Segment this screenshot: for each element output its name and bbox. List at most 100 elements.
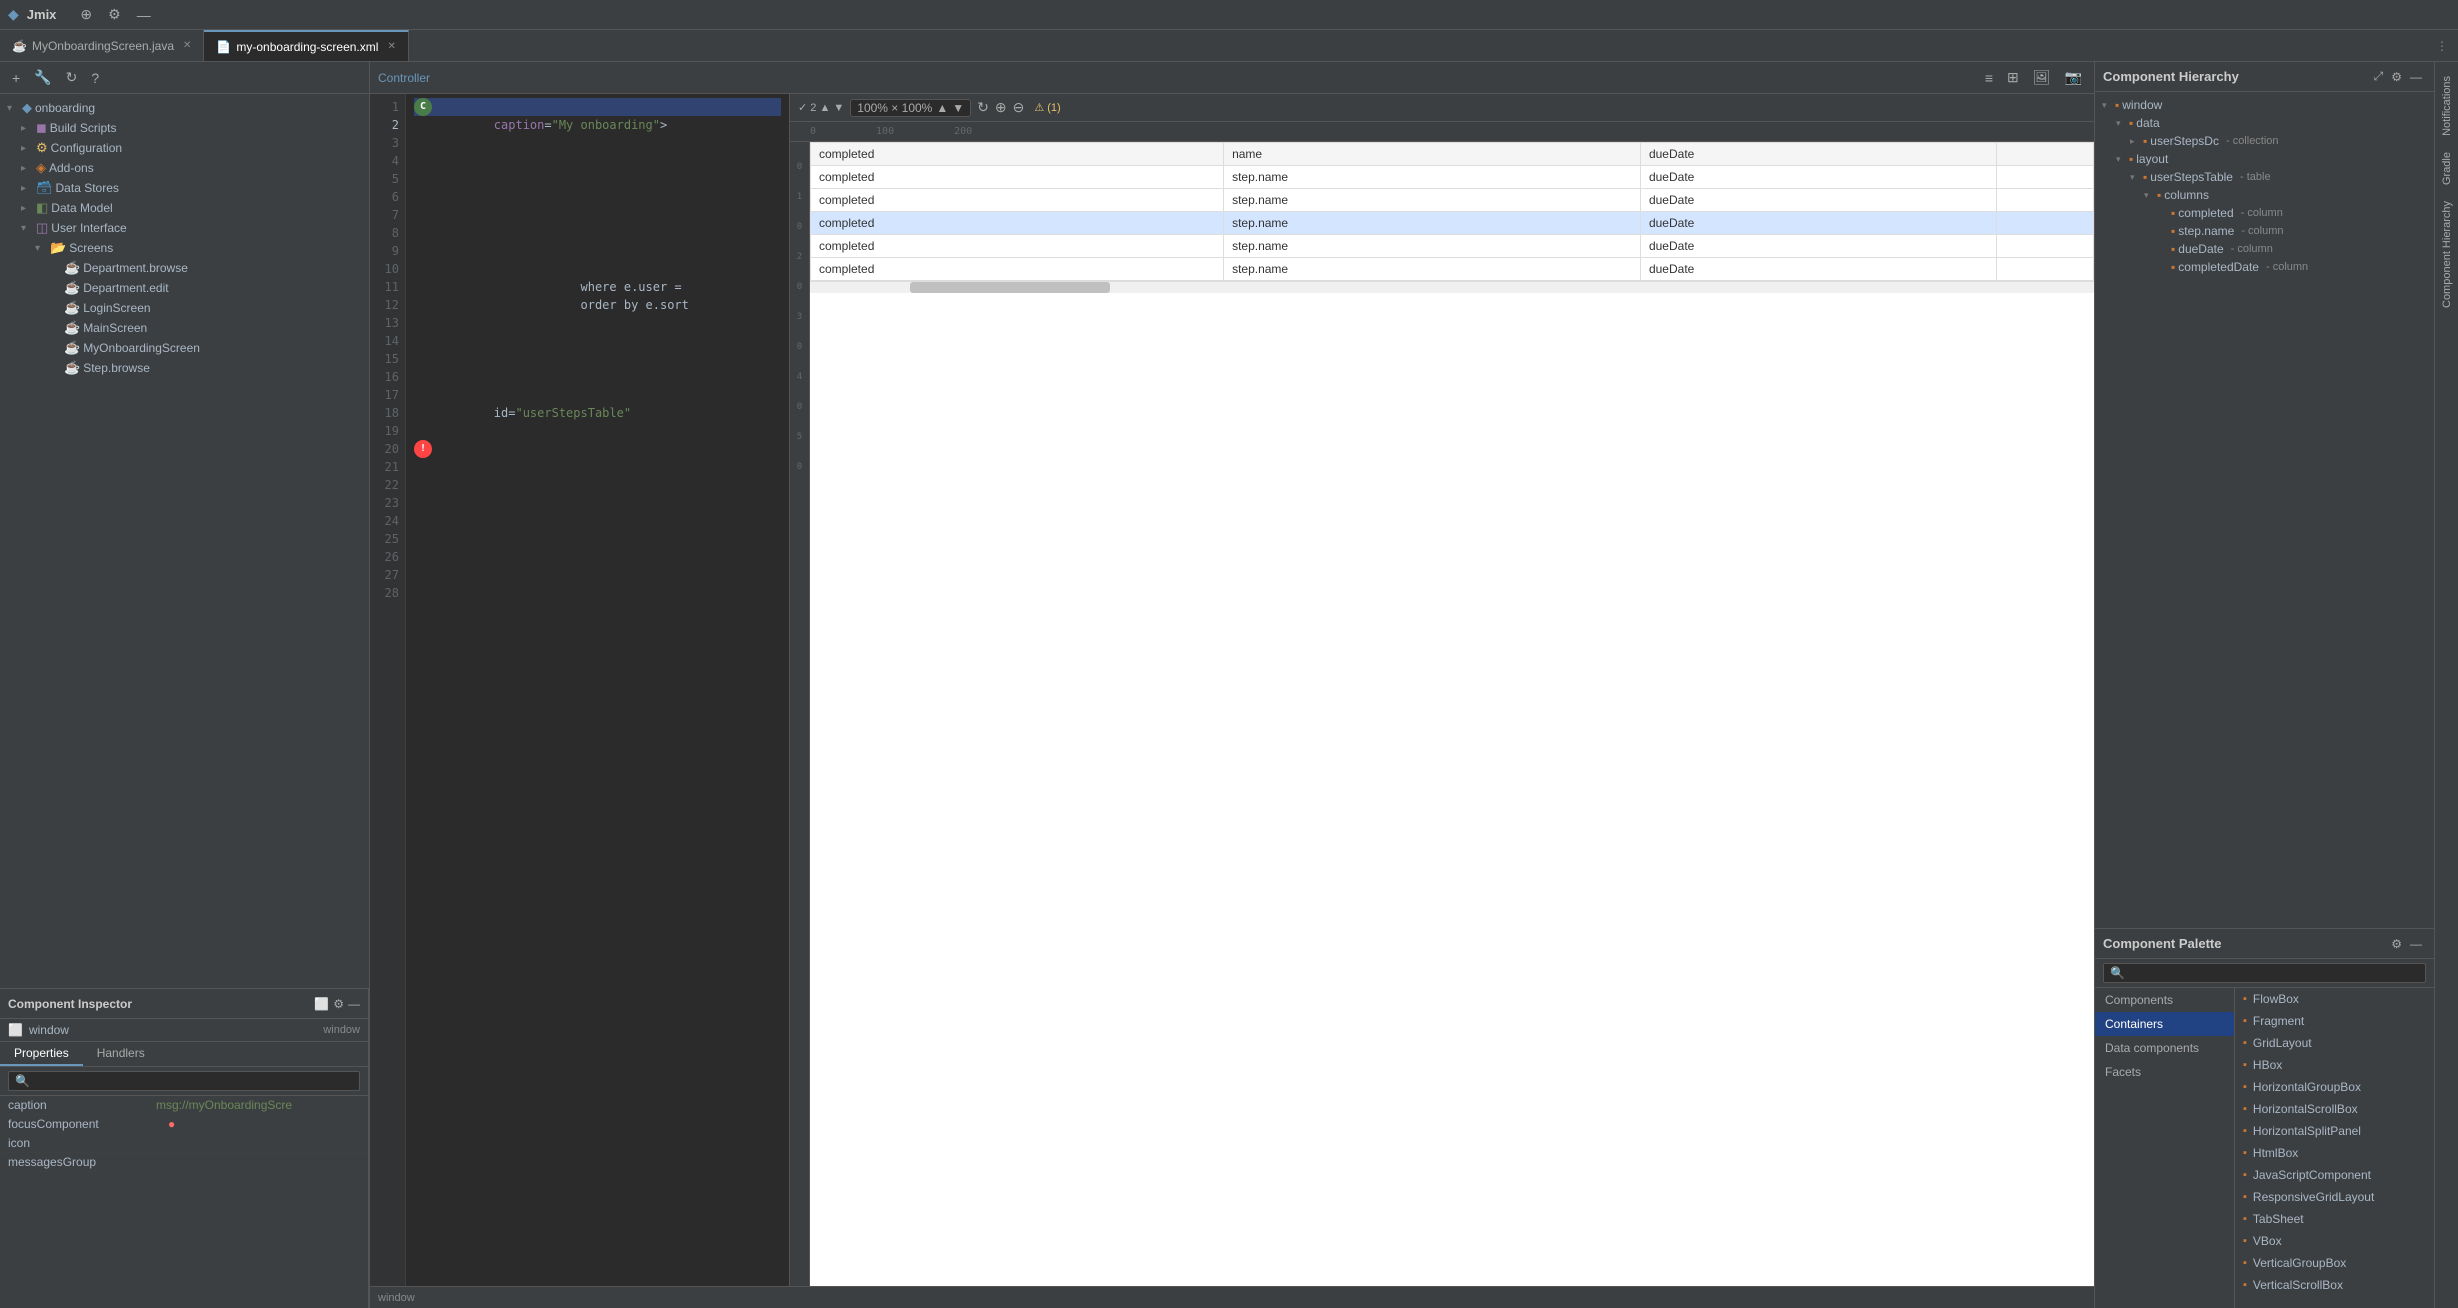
tree-item-onboarding[interactable]: ▾◆onboarding (0, 98, 369, 118)
editor-toolbar: Controller ≡ ⊞ 🖼 📷 (370, 62, 2094, 94)
hierarchy-title: Component Hierarchy (2103, 69, 2370, 84)
tree-item-datamodel[interactable]: ▸◧Data Model (0, 198, 369, 218)
inspector-search-input[interactable] (8, 1071, 360, 1091)
hierarchy-item-completedDate[interactable]: ▪completedDate- column (2095, 258, 2434, 276)
inspector-settings-btn[interactable]: ⚙ (333, 997, 344, 1011)
code-line-14 (414, 314, 781, 332)
tree-item-buildscripts[interactable]: ▸◼Build Scripts (0, 118, 369, 138)
hierarchy-item-columns[interactable]: ▾▪columns (2095, 186, 2434, 204)
zoom-up-btn[interactable]: ▲ (936, 101, 948, 115)
palette-item-verticalgroupbox[interactable]: ▪VerticalGroupBox (2235, 1252, 2434, 1274)
hierarchy-item-layout[interactable]: ▾▪layout (2095, 150, 2434, 168)
palette-cat-components[interactable]: Components (2095, 988, 2234, 1012)
side-tab-notifications[interactable]: Notifications (2439, 70, 2455, 142)
palette-item-horizontalscrollbox[interactable]: ▪HorizontalScrollBox (2235, 1098, 2434, 1120)
side-tab-gradle[interactable]: Gradle (2439, 146, 2455, 191)
inspector-title: Component Inspector (8, 997, 132, 1011)
palette-close-btn[interactable]: — (2406, 935, 2426, 953)
hierarchy-close-btn[interactable]: — (2406, 68, 2426, 86)
tab-xml[interactable]: 📄 my-onboarding-screen.xml ✕ (204, 30, 408, 61)
palette-item-htmlbox[interactable]: ▪HtmlBox (2235, 1142, 2434, 1164)
palette-item-tabsheet[interactable]: ▪TabSheet (2235, 1208, 2434, 1230)
tree-item-departmentedit[interactable]: ☕Department.edit (0, 278, 369, 298)
toolbar-image-btn[interactable]: 🖼 (2029, 67, 2055, 88)
tree-item-screens[interactable]: ▾📂Screens (0, 238, 369, 258)
tree-item-userinterface[interactable]: ▾◫User Interface (0, 218, 369, 238)
tab-xml-close[interactable]: ✕ (387, 41, 395, 52)
title-bar-minimize-btn[interactable]: — (133, 6, 155, 23)
title-bar-settings-btn[interactable]: ⚙ (104, 6, 125, 23)
tree-item-mainscreen[interactable]: ☕MainScreen (0, 318, 369, 338)
sidebar-refresh-btn[interactable]: ↻ (62, 67, 82, 88)
hierarchy-tree[interactable]: ▾▪window▾▪data▸▪userStepsDc- collection▾… (2095, 92, 2434, 928)
palette-item-hbox[interactable]: ▪HBox (2235, 1054, 2434, 1076)
palette-item-horizontalgroupbox[interactable]: ▪HorizontalGroupBox (2235, 1076, 2434, 1098)
preview-zoom-in-btn[interactable]: ⊕ (995, 99, 1007, 116)
scrollbar-thumb[interactable] (910, 282, 1110, 293)
palette-cat-containers[interactable]: Containers (2095, 1012, 2234, 1036)
tree-item-departmentbrowse[interactable]: ☕Department.browse (0, 258, 369, 278)
palette-cat-data-components[interactable]: Data components (2095, 1036, 2234, 1060)
toolbar-list-btn[interactable]: ≡ (1981, 68, 1997, 88)
preview-zoom-out-btn[interactable]: ⊖ (1013, 99, 1025, 116)
palette-item-responsivegridlayout[interactable]: ▪ResponsiveGridLayout (2235, 1186, 2434, 1208)
title-bar-nav-btn[interactable]: ⊕ (76, 6, 96, 23)
tab-java[interactable]: ☕ MyOnboardingScreen.java ✕ (0, 30, 204, 61)
hierarchy-item-dueDate[interactable]: ▪dueDate- column (2095, 240, 2434, 258)
project-tree[interactable]: ▾◆onboarding▸◼Build Scripts▸⚙Configurati… (0, 94, 369, 988)
tree-item-datastores[interactable]: ▸🗃Data Stores (0, 178, 369, 198)
palette-item-vbox[interactable]: ▪VBox (2235, 1230, 2434, 1252)
tree-item-loginscreen[interactable]: ☕LoginScreen (0, 298, 369, 318)
hierarchy-expand-btn[interactable]: ⤢ (2370, 67, 2388, 86)
toolbar-camera-btn[interactable]: 📷 (2061, 67, 2086, 88)
palette-item-fragment[interactable]: ▪Fragment (2235, 1010, 2434, 1032)
zoom-control[interactable]: 100% × 100% ▲ ▼ (850, 99, 971, 117)
preview-warning: ⚠ (1) (1034, 101, 1060, 114)
tab-properties[interactable]: Properties (0, 1042, 83, 1066)
palette-cat-facets[interactable]: Facets (2095, 1060, 2234, 1084)
tree-item-myonboardingscreen[interactable]: ☕MyOnboardingScreen (0, 338, 369, 358)
tree-item-stepbrowse[interactable]: ☕Step.browse (0, 358, 369, 378)
hierarchy-item-userStepsTable[interactable]: ▾▪userStepsTable- table (2095, 168, 2434, 186)
sidebar: + 🔧 ↻ ? ▾◆onboarding▸◼Build Scripts▸⚙Con… (0, 62, 370, 1308)
zoom-down-btn[interactable]: ▼ (952, 101, 964, 115)
palette-settings-btn[interactable]: ⚙ (2387, 935, 2406, 953)
hierarchy-item-data[interactable]: ▾▪data (2095, 114, 2434, 132)
palette-item-verticalscrollbox[interactable]: ▪VerticalScrollBox (2235, 1274, 2434, 1296)
tab-java-close[interactable]: ✕ (183, 40, 191, 51)
hierarchy-section: Component Hierarchy ⤢ ⚙ — ▾▪window▾▪data… (2095, 62, 2434, 928)
palette-item-javascriptcomponent[interactable]: ▪JavaScriptComponent (2235, 1164, 2434, 1186)
palette-search-input[interactable] (2103, 963, 2426, 983)
code-line-16 (414, 350, 781, 368)
hierarchy-item-stepname[interactable]: ▪step.name- column (2095, 222, 2434, 240)
preview-zoom-nav: ✓ 2 ▲ ▼ (798, 101, 844, 114)
hierarchy-item-window[interactable]: ▾▪window (2095, 96, 2434, 114)
inspector-close-btn[interactable]: — (348, 997, 360, 1011)
hierarchy-settings-btn[interactable]: ⚙ (2387, 68, 2406, 86)
tab-java-label: MyOnboardingScreen.java (32, 39, 174, 53)
code-editor[interactable]: 1234567891011121314151617181920212223242… (370, 94, 790, 1286)
preview-rulers: 0 100 200 0 1 0 2 0 3 (790, 122, 2094, 1286)
tab-more-btn[interactable]: ⋮ (2426, 39, 2458, 53)
palette-item-gridlayout[interactable]: ▪GridLayout (2235, 1032, 2434, 1054)
palette-header: Component Palette ⚙ — (2095, 929, 2434, 959)
sidebar-tools-btn[interactable]: 🔧 (30, 67, 55, 88)
palette-item-flowbox[interactable]: ▪FlowBox (2235, 988, 2434, 1010)
hierarchy-item-completed[interactable]: ▪completed- column (2095, 204, 2434, 222)
side-tab-hierarchy[interactable]: Component Hierarchy (2439, 195, 2455, 314)
tab-handlers[interactable]: Handlers (83, 1042, 159, 1066)
preview-refresh-btn[interactable]: ↻ (977, 99, 989, 116)
palette-item-horizontalsplitpanel[interactable]: ▪HorizontalSplitPanel (2235, 1120, 2434, 1142)
code-content[interactable]: C caption="My onboarding"> where e.user … (406, 94, 789, 570)
tab-xml-icon: 📄 (216, 40, 231, 54)
right-panel: Component Hierarchy ⤢ ⚙ — ▾▪window▾▪data… (2094, 62, 2434, 1308)
toolbar-grid-btn[interactable]: ⊞ (2003, 67, 2023, 88)
sidebar-add-btn[interactable]: + (8, 68, 24, 88)
inspector-expand-btn[interactable]: ⬜ (314, 997, 329, 1011)
tree-item-addons[interactable]: ▸◈Add-ons (0, 158, 369, 178)
hierarchy-item-userStepsDc[interactable]: ▸▪userStepsDc- collection (2095, 132, 2434, 150)
component-type: window (323, 1024, 360, 1036)
preview-scrollbar-h[interactable] (810, 281, 2094, 293)
tree-item-configuration[interactable]: ▸⚙Configuration (0, 138, 369, 158)
sidebar-help-btn[interactable]: ? (87, 68, 103, 88)
